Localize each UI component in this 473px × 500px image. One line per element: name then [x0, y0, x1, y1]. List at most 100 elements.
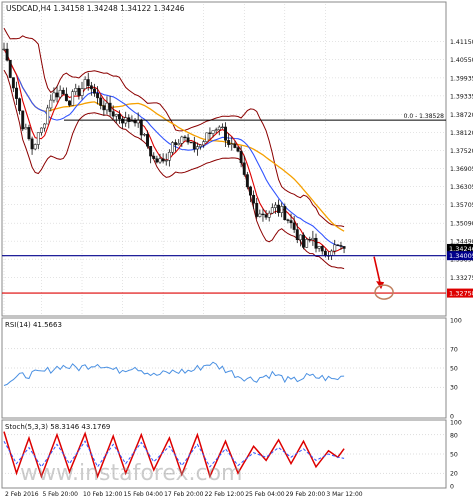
time-tick-label: 3 Mar 12:00	[326, 491, 362, 498]
price-candle	[49, 99, 53, 109]
price-plot-area	[1, 1, 447, 317]
price-candle	[305, 239, 309, 248]
rsi-tick-label: 100	[450, 318, 462, 325]
stoch-tick-label: 0	[450, 484, 454, 491]
price-candle	[155, 158, 159, 163]
price-candle	[314, 237, 318, 249]
x-axis: 2 Feb 2016 5 Feb 20:00 10 Feb 12:00 15 Feb …	[5, 491, 363, 498]
price-candle	[333, 244, 337, 252]
price-tick-label: 1.36305	[450, 184, 473, 191]
price-candle	[261, 213, 265, 216]
price-candle	[195, 146, 199, 150]
price-candle	[108, 102, 112, 112]
main-header: USDCAD,H4 1.34158 1.34248 1.34122 1.3424…	[6, 4, 185, 13]
price-candle	[280, 206, 284, 213]
price-candle	[5, 48, 9, 61]
price-candle	[330, 250, 334, 256]
support-price-label: 1.34005	[449, 252, 473, 260]
price-candle	[130, 120, 134, 122]
price-candle	[289, 220, 293, 224]
price-candle	[273, 204, 277, 208]
price-candle	[208, 132, 212, 134]
price-candle	[164, 160, 168, 162]
price-candle	[245, 174, 249, 188]
price-candle	[152, 155, 156, 159]
price-candle	[311, 237, 315, 241]
price-candle	[199, 144, 203, 147]
price-candle	[264, 214, 268, 218]
price-candle	[180, 136, 184, 144]
price-candle	[58, 89, 62, 98]
price-candle	[336, 244, 340, 246]
time-tick-label: 15 Feb 04:00	[124, 491, 164, 498]
price-candle	[158, 158, 162, 163]
price-candle	[68, 100, 71, 106]
price-candle	[317, 246, 321, 249]
price-tick-label: 1.35705	[450, 202, 473, 209]
time-tick-label: 2 Feb 2016	[5, 491, 39, 498]
price-tick-label: 1.39335	[450, 93, 473, 100]
rsi-header: RSI(14) 41.5663	[5, 321, 62, 329]
price-candle	[105, 102, 109, 111]
price-candle	[52, 92, 56, 101]
rsi-panel: RSI(14) 41.5663 1007050300	[1, 317, 462, 421]
price-candle	[33, 144, 37, 150]
price-candle	[86, 79, 90, 86]
price-tick-label: 1.39935	[450, 75, 473, 82]
watermark: www.instaforex.com	[20, 461, 243, 486]
price-candle	[27, 127, 31, 140]
price-candle	[233, 143, 237, 148]
price-candle	[186, 137, 190, 143]
price-candle	[323, 250, 327, 256]
price-candle	[220, 126, 224, 129]
price-candle	[227, 140, 231, 145]
price-candle	[298, 234, 302, 241]
price-candle	[139, 119, 143, 136]
price-candle	[283, 206, 287, 221]
price-tick-label: 1.41150	[450, 39, 473, 46]
price-candle	[236, 147, 240, 152]
price-candle	[39, 127, 43, 133]
chart-canvas: USDCAD,H4 1.34158 1.34248 1.34122 1.3424…	[0, 0, 473, 500]
stoch-tick-label: 80	[450, 432, 458, 439]
price-candle	[302, 234, 305, 248]
price-candle	[252, 194, 256, 204]
price-candle	[171, 142, 174, 153]
time-tick-label: 25 Feb 04:00	[245, 491, 285, 498]
price-candle	[267, 212, 271, 218]
price-candle	[214, 129, 218, 131]
price-candle	[224, 126, 227, 141]
price-candle	[89, 85, 93, 90]
price-candle	[11, 77, 15, 89]
price-candle	[249, 186, 252, 196]
price-candle	[146, 134, 149, 147]
price-candle	[217, 126, 221, 131]
price-candle	[96, 93, 100, 99]
price-candle	[295, 229, 299, 241]
price-candle	[71, 91, 75, 106]
price-candle	[183, 136, 187, 139]
stoch-tick-label: 50	[450, 452, 458, 459]
price-candle	[80, 88, 84, 96]
price-candle	[258, 213, 262, 217]
price-candle	[114, 114, 118, 117]
price-candle	[167, 151, 171, 161]
price-candle	[339, 245, 343, 247]
price-tick-label: 1.40550	[450, 57, 473, 64]
price-candle	[8, 59, 12, 78]
stoch-tick-label: 100	[450, 420, 462, 427]
price-candle	[18, 98, 22, 112]
price-candle	[308, 239, 312, 241]
price-candle	[15, 87, 18, 99]
price-tick-label: 1.37520	[450, 148, 473, 155]
price-candle	[36, 132, 40, 145]
price-candle	[189, 141, 193, 144]
rsi-tick-label: 70	[450, 346, 458, 353]
price-candle	[99, 97, 103, 106]
price-tick-label: 1.35090	[450, 221, 473, 228]
price-candle	[111, 111, 115, 117]
stoch-panel: Stoch(5,3,3) 58.3146 43.1769 1008050200 …	[1, 419, 462, 491]
time-tick-label: 17 Feb 20:00	[164, 491, 204, 498]
price-candle	[93, 88, 96, 94]
price-candle	[74, 88, 78, 92]
